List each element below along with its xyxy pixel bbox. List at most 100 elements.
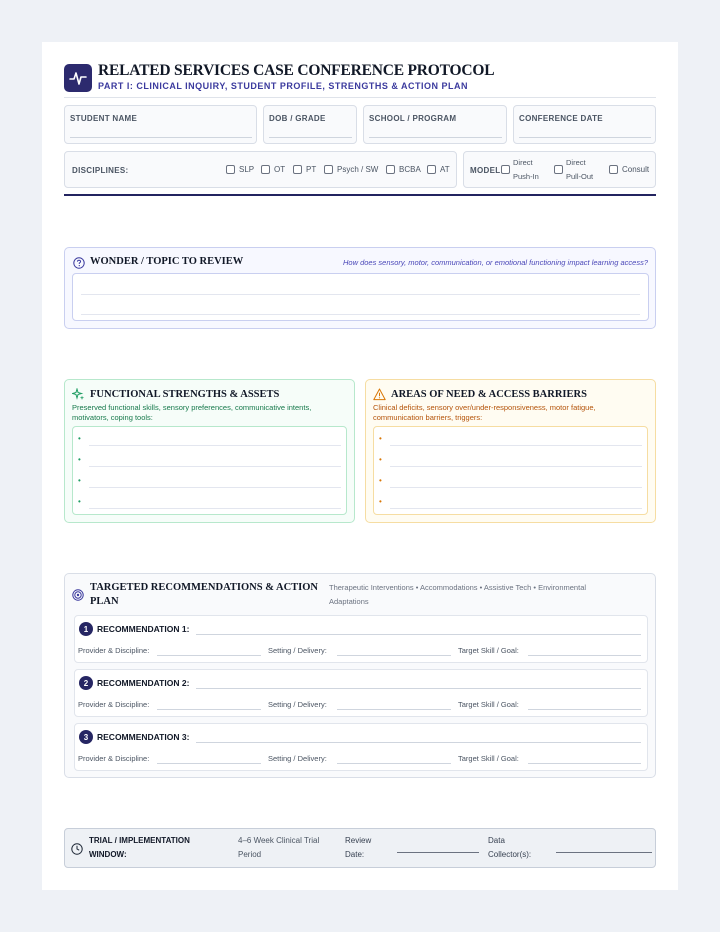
bullet: • <box>379 476 382 485</box>
recommendation-input[interactable] <box>196 742 641 743</box>
setting-input[interactable] <box>337 655 451 656</box>
bullet: • <box>379 434 382 443</box>
provider-input[interactable] <box>157 709 261 710</box>
discipline-option-at[interactable]: AT <box>427 165 450 174</box>
provider-label: Provider & Discipline: <box>78 754 150 763</box>
model-box: MODEL: Direct Push-In Direct Pull-Out Co… <box>463 151 656 188</box>
setting-input[interactable] <box>337 709 451 710</box>
provider-input[interactable] <box>157 655 261 656</box>
review-date-label: Review Date: <box>345 836 372 859</box>
strength-line <box>89 445 341 446</box>
strengths-title: FUNCTIONAL STRENGTHS & ASSETS <box>90 389 280 400</box>
checkbox[interactable] <box>427 165 436 174</box>
discipline-option-slp[interactable]: SLP <box>226 165 254 174</box>
disciplines-box: DISCIPLINES: SLP OT PT Psych / SW BCBA A… <box>64 151 457 188</box>
target-label: Target Skill / Goal: <box>458 754 519 763</box>
need-line <box>390 508 642 509</box>
recommendation-card: 1 RECOMMENDATION 1: Provider & Disciplin… <box>74 615 648 663</box>
recommendations-title: TARGETED RECOMMENDATIONS & ACTION PLAN <box>90 582 319 607</box>
model-pull-out-checkbox[interactable] <box>554 165 563 174</box>
bullet: • <box>78 476 81 485</box>
need-line <box>390 445 642 446</box>
checkbox[interactable] <box>609 165 618 174</box>
data-collector-input[interactable] <box>556 852 652 853</box>
dob-grade-line <box>269 137 352 138</box>
recommendation-input[interactable] <box>196 688 641 689</box>
recommendation-number: 2 <box>79 676 93 690</box>
setting-label: Setting / Delivery: <box>268 754 327 763</box>
setting-label: Setting / Delivery: <box>268 646 327 655</box>
clock-icon <box>71 842 83 860</box>
recommendation-label: RECOMMENDATION 2: <box>97 678 190 688</box>
discipline-option-psych-sw[interactable]: Psych / SW <box>324 165 378 174</box>
review-date-input[interactable] <box>397 852 479 853</box>
student-name-field[interactable]: STUDENT NAME <box>64 105 257 144</box>
wonder-hint: How does sensory, motor, communication, … <box>342 258 648 267</box>
target-input[interactable] <box>528 655 641 656</box>
recommendations-categories: Therapeutic Interventions • Accommodatio… <box>329 583 587 606</box>
need-line <box>390 466 642 467</box>
provider-label: Provider & Discipline: <box>78 646 150 655</box>
needs-input-area[interactable]: • • • • <box>373 426 648 515</box>
provider-label: Provider & Discipline: <box>78 700 150 709</box>
recommendation-number: 1 <box>79 622 93 636</box>
bullet: • <box>78 455 81 464</box>
discipline-option-ot[interactable]: OT <box>261 165 285 174</box>
model-push-in-checkbox[interactable] <box>501 165 510 174</box>
divider <box>64 97 656 98</box>
strengths-section: FUNCTIONAL STRENGTHS & ASSETS Preserved … <box>64 379 355 523</box>
wonder-input-area[interactable] <box>72 273 649 321</box>
discipline-option-pt[interactable]: PT <box>293 165 316 174</box>
recommendation-input[interactable] <box>196 634 641 635</box>
need-line <box>390 487 642 488</box>
model-label: MODEL: <box>470 166 504 175</box>
target-input[interactable] <box>528 709 641 710</box>
model-option-pull-out[interactable]: Direct Pull-Out <box>566 156 593 184</box>
form-page: RELATED SERVICES CASE CONFERENCE PROTOCO… <box>42 42 678 890</box>
checkbox[interactable] <box>386 165 395 174</box>
needs-description: Clinical deficits, sensory over/under-re… <box>373 403 596 422</box>
school-program-label: SCHOOL / PROGRAM <box>369 114 457 123</box>
checkbox[interactable] <box>261 165 270 174</box>
provider-input[interactable] <box>157 763 261 764</box>
recommendation-number: 3 <box>79 730 93 744</box>
strength-line <box>89 466 341 467</box>
needs-title: AREAS OF NEED & ACCESS BARRIERS <box>391 389 587 400</box>
checkbox[interactable] <box>226 165 235 174</box>
pulse-icon <box>64 64 92 92</box>
trial-window-section: TRIAL / IMPLEMENTATION WINDOW: 4–6 Week … <box>64 828 656 868</box>
bullet: • <box>379 497 382 506</box>
strength-line <box>89 508 341 509</box>
bullet: • <box>78 434 81 443</box>
school-program-field[interactable]: SCHOOL / PROGRAM <box>363 105 507 144</box>
recommendation-card: 3 RECOMMENDATION 3: Provider & Disciplin… <box>74 723 648 771</box>
checkbox[interactable] <box>324 165 333 174</box>
wonder-line <box>81 294 640 295</box>
recommendations-section: TARGETED RECOMMENDATIONS & ACTION PLAN T… <box>64 573 656 778</box>
dob-grade-field[interactable]: DOB / GRADE <box>263 105 357 144</box>
recommendation-card: 2 RECOMMENDATION 2: Provider & Disciplin… <box>74 669 648 717</box>
school-program-line <box>369 137 502 138</box>
setting-input[interactable] <box>337 763 451 764</box>
conference-date-label: CONFERENCE DATE <box>519 114 603 123</box>
wonder-line <box>81 314 640 315</box>
discipline-option-bcba[interactable]: BCBA <box>386 165 421 174</box>
wonder-title: WONDER / TOPIC TO REVIEW <box>90 256 244 267</box>
checkbox[interactable] <box>293 165 302 174</box>
dob-grade-label: DOB / GRADE <box>269 114 326 123</box>
model-option-consult[interactable]: Consult <box>609 165 649 174</box>
data-collector-label: Data Collector(s): <box>488 836 532 859</box>
student-name-label: STUDENT NAME <box>70 114 138 123</box>
form-title: RELATED SERVICES CASE CONFERENCE PROTOCO… <box>98 62 495 79</box>
target-icon <box>72 588 84 606</box>
question-circle-icon <box>73 256 85 274</box>
target-label: Target Skill / Goal: <box>458 700 519 709</box>
bullet: • <box>379 455 382 464</box>
strengths-input-area[interactable]: • • • • <box>72 426 347 515</box>
recommendation-label: RECOMMENDATION 3: <box>97 732 190 742</box>
model-option-push-in[interactable]: Direct Push-In <box>513 156 539 184</box>
needs-section: AREAS OF NEED & ACCESS BARRIERS Clinical… <box>365 379 656 523</box>
target-input[interactable] <box>528 763 641 764</box>
conference-date-line <box>519 137 651 138</box>
conference-date-field[interactable]: CONFERENCE DATE <box>513 105 656 144</box>
